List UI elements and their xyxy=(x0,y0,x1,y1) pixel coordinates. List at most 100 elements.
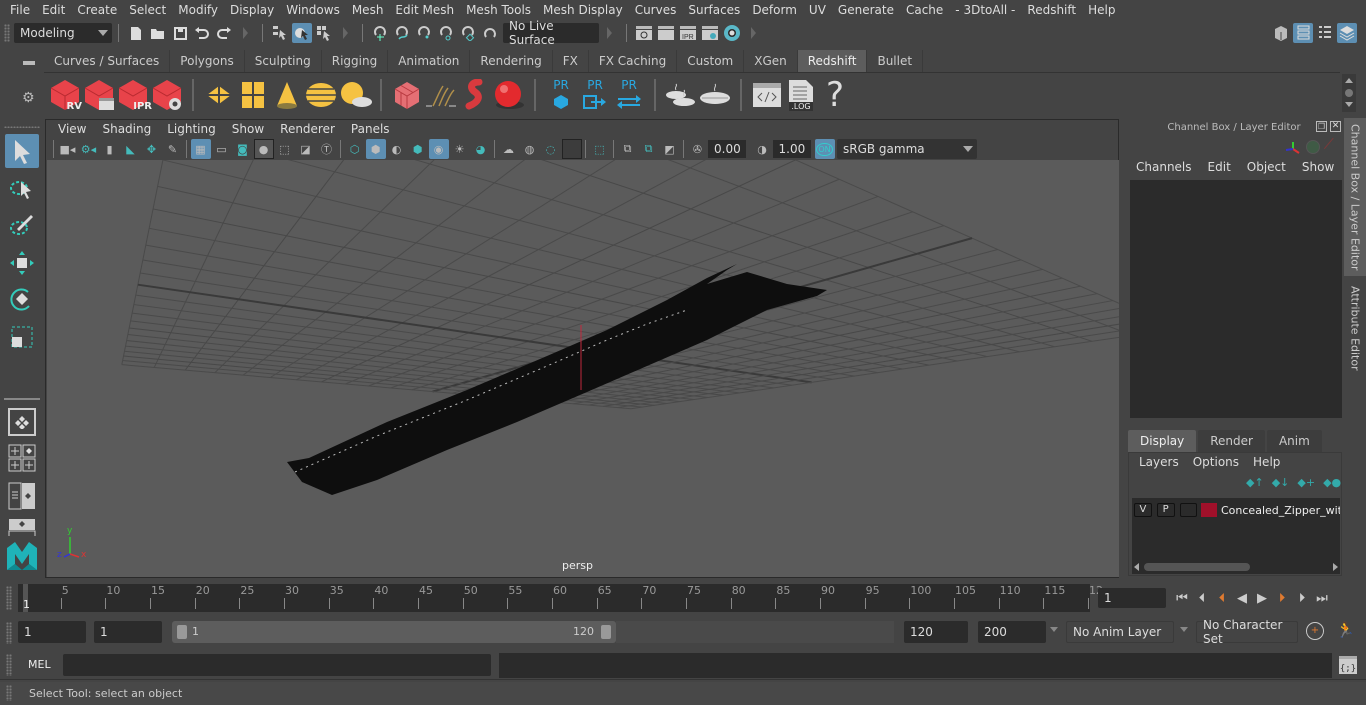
shelf-menu-icon[interactable] xyxy=(23,61,35,65)
snap-point-icon[interactable] xyxy=(414,23,434,43)
layer-playback-toggle[interactable]: P xyxy=(1156,503,1175,517)
key-icon[interactable] xyxy=(1323,137,1343,157)
animation-preferences-icon[interactable]: 🏃 xyxy=(1336,621,1355,639)
redshift-area-light-icon[interactable] xyxy=(202,77,236,113)
safe-action-icon[interactable]: ◪ xyxy=(296,139,316,159)
panel-menu-lighting[interactable]: Lighting xyxy=(159,122,224,136)
snap-curve-icon[interactable] xyxy=(392,23,412,43)
color-space-dropdown[interactable]: sRGB gamma xyxy=(837,139,977,159)
redshift-batch-render-icon[interactable] xyxy=(82,77,116,113)
move-tool-icon[interactable] xyxy=(5,246,39,280)
step-forward-frame-icon[interactable]: ⏵ xyxy=(1292,588,1312,608)
redshift-portal-light-icon[interactable] xyxy=(236,77,270,113)
menu-help[interactable]: Help xyxy=(1082,3,1121,17)
range-slider[interactable]: 1 120 xyxy=(172,621,616,643)
new-layer-selected-icon[interactable]: ◆● xyxy=(1323,476,1341,489)
layer-color-swatch[interactable] xyxy=(1201,503,1217,517)
layer-name[interactable]: Concealed_Zipper_wit xyxy=(1221,504,1340,517)
layer-visibility-toggle[interactable]: V xyxy=(1134,503,1152,517)
graph-persp-layout-icon[interactable] xyxy=(8,518,36,536)
menu-curves[interactable]: Curves xyxy=(629,3,683,17)
menu-create[interactable]: Create xyxy=(71,3,123,17)
redshift-ipr-icon[interactable]: IPR xyxy=(116,77,152,113)
step-back-key-icon[interactable]: ⏴ xyxy=(1212,588,1232,608)
menu-set-dropdown[interactable]: Modeling xyxy=(14,23,112,43)
anim-layer-chevron-icon[interactable] xyxy=(1050,627,1058,632)
gamma-icon[interactable]: ◑ xyxy=(752,139,772,159)
side-tab-attribute-editor[interactable]: Attribute Editor xyxy=(1344,278,1366,378)
live-surface-field[interactable]: No Live Surface xyxy=(503,19,599,47)
snap-grid-icon[interactable] xyxy=(370,23,390,43)
layer-row[interactable]: V P Concealed_Zipper_wit xyxy=(1134,502,1340,518)
collapse-arrow[interactable] xyxy=(751,27,756,39)
redshift-material-ball-icon[interactable] xyxy=(492,77,526,113)
render-settings-icon[interactable] xyxy=(700,23,720,43)
play-forwards-icon[interactable]: ▶ xyxy=(1252,588,1272,608)
xray-icon[interactable]: ⧉ xyxy=(618,139,638,159)
redshift-proxy-export-icon[interactable]: PR xyxy=(544,77,578,113)
layer-tab-display[interactable]: Display xyxy=(1128,430,1197,452)
menu-mesh[interactable]: Mesh xyxy=(346,3,390,17)
redshift-proxy-swap-icon[interactable]: PR xyxy=(612,77,646,113)
layer-hscrollbar[interactable] xyxy=(1132,561,1340,573)
auto-key-icon[interactable]: + xyxy=(1306,622,1324,640)
move-layer-up-icon[interactable]: ◆↑ xyxy=(1246,476,1264,489)
script-editor-icon[interactable] xyxy=(750,77,784,113)
scroll-up-icon[interactable] xyxy=(1345,78,1353,83)
move-layer-down-icon[interactable]: ◆↓ xyxy=(1272,476,1290,489)
save-scene-icon[interactable] xyxy=(170,23,190,43)
shelf-tab-sculpting[interactable]: Sculpting xyxy=(244,50,322,72)
shelf-tab-animation[interactable]: Animation xyxy=(388,50,471,72)
film-gate-icon[interactable]: ▭ xyxy=(212,139,232,159)
zipper-mesh[interactable] xyxy=(287,264,827,495)
redo-icon[interactable] xyxy=(214,23,234,43)
default-material-icon[interactable]: ◐ xyxy=(387,139,407,159)
panel-menu-shading[interactable]: Shading xyxy=(94,122,159,136)
select-object-icon[interactable] xyxy=(292,23,312,43)
panel-menu-show[interactable]: Show xyxy=(224,122,272,136)
shelf-tab-rigging[interactable]: Rigging xyxy=(321,50,389,72)
rotate-tool-icon[interactable] xyxy=(5,282,39,316)
ambient-occlusion-icon[interactable]: ☁ xyxy=(499,139,519,159)
isolate-select-icon[interactable]: ⬚ xyxy=(590,139,610,159)
go-to-start-icon[interactable]: ⏮ xyxy=(1172,588,1192,608)
layer-menu-layers[interactable]: Layers xyxy=(1132,455,1186,469)
render-view-icon[interactable] xyxy=(634,23,654,43)
new-empty-layer-icon[interactable]: ◆+ xyxy=(1297,476,1315,489)
help-question-icon[interactable]: ? xyxy=(818,75,852,115)
pie-icon[interactable] xyxy=(698,77,732,113)
toolbar-grip[interactable] xyxy=(4,24,10,42)
cb-menu-channels[interactable]: Channels xyxy=(1128,160,1200,174)
shelf-tab-custom[interactable]: Custom xyxy=(677,50,745,72)
go-to-end-icon[interactable]: ⏭ xyxy=(1312,588,1332,608)
menu-display[interactable]: Display xyxy=(224,3,280,17)
menu-3dtoall[interactable]: - 3DtoAll - xyxy=(949,3,1021,17)
new-scene-icon[interactable] xyxy=(126,23,146,43)
layer-menu-help[interactable]: Help xyxy=(1246,455,1287,469)
character-set-dropdown[interactable]: No Character Set xyxy=(1196,618,1298,646)
image-plane-icon[interactable]: ◣ xyxy=(121,139,141,159)
select-camera-icon[interactable]: ■◂ xyxy=(58,139,78,159)
panel-menu-panels[interactable]: Panels xyxy=(343,122,398,136)
make-live-icon[interactable] xyxy=(480,23,500,43)
redshift-spot-light-icon[interactable] xyxy=(270,77,304,113)
collapse-arrow[interactable] xyxy=(343,27,348,39)
layer-menu-options[interactable]: Options xyxy=(1186,455,1246,469)
playback-end-field[interactable]: 120 xyxy=(904,621,968,643)
menu-edit[interactable]: Edit xyxy=(36,3,71,17)
anim-layer-dropdown[interactable]: No Anim Layer xyxy=(1066,621,1174,643)
menu-deform[interactable]: Deform xyxy=(746,3,803,17)
menu-select[interactable]: Select xyxy=(123,3,172,17)
exposure-icon[interactable]: ✇ xyxy=(688,139,708,159)
collapse-arrow[interactable] xyxy=(243,27,248,39)
manipulator-axis-icon[interactable] xyxy=(1284,140,1302,159)
redshift-hair-icon[interactable] xyxy=(424,77,458,113)
shelf-settings-gear-icon[interactable]: ⚙ xyxy=(22,90,35,106)
color-management-toggle[interactable]: ON xyxy=(814,139,835,159)
baking-pies-icon[interactable] xyxy=(664,77,698,113)
shelf-tab-fx-caching[interactable]: FX Caching xyxy=(588,50,678,72)
four-view-layout-icon[interactable] xyxy=(8,444,36,472)
snap-view-plane-icon[interactable] xyxy=(436,23,456,43)
gate-mask-icon[interactable]: ● xyxy=(253,139,274,159)
shelf-tab-fx[interactable]: FX xyxy=(552,50,589,72)
